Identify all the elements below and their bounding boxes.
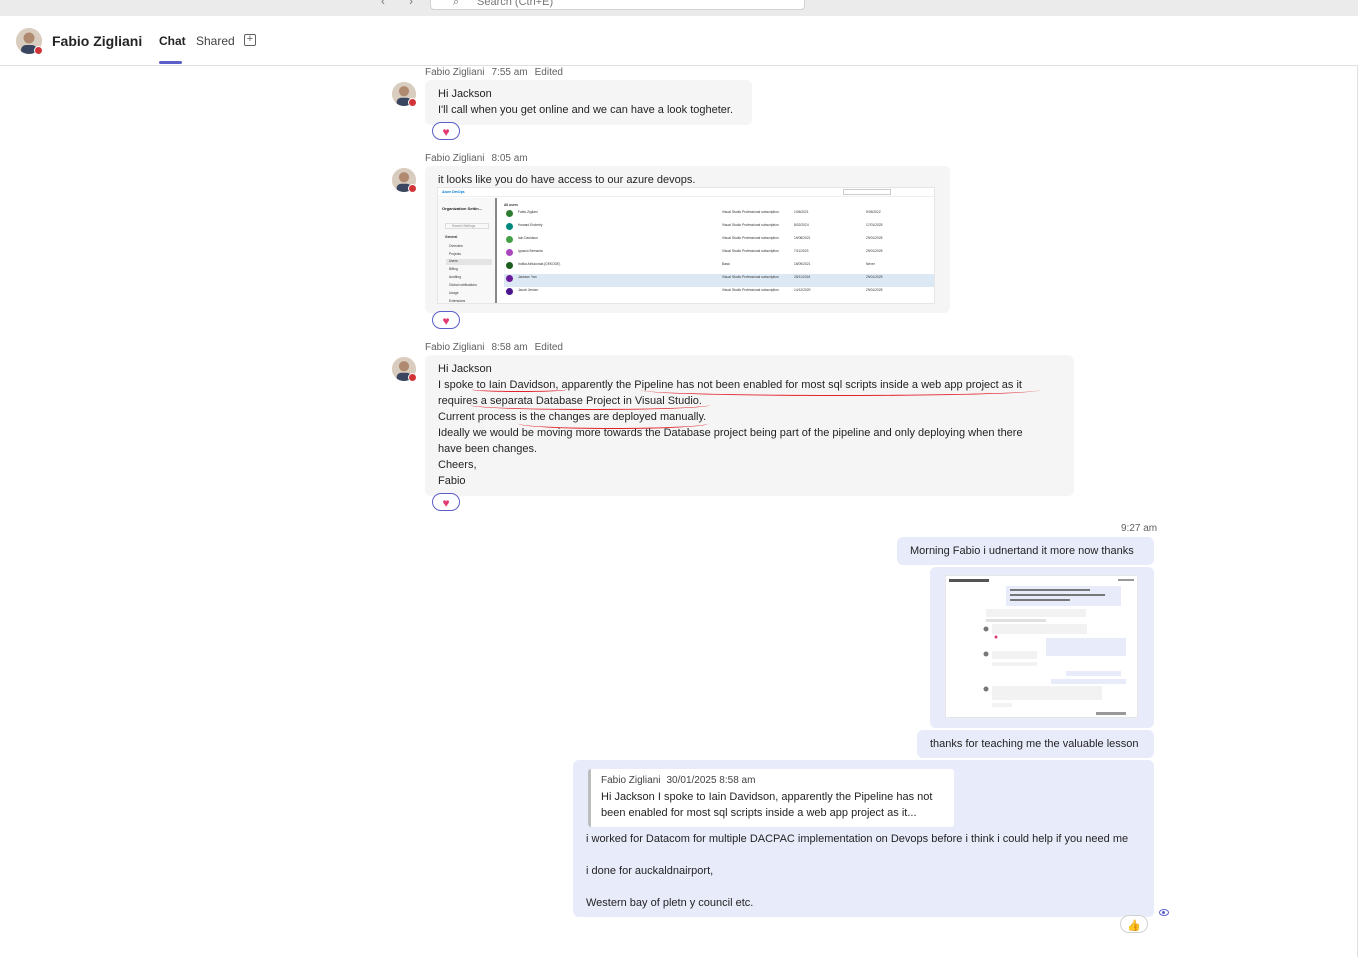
contact-name[interactable]: Fabio Zigliani xyxy=(52,33,142,49)
title-bar: ‹ › ⌕ Search (Ctrl+E) xyxy=(0,0,1358,16)
message-meta: Fabio Zigliani 8:05 am xyxy=(425,153,528,164)
search-input[interactable]: ⌕ Search (Ctrl+E) xyxy=(430,0,805,10)
back-arrow-icon[interactable]: ‹ xyxy=(381,0,385,8)
red-underline xyxy=(518,418,708,429)
presence-busy-icon xyxy=(408,98,417,107)
message-meta: Fabio Zigliani 8:58 am Edited xyxy=(425,342,563,353)
tab-chat[interactable]: Chat xyxy=(159,34,186,48)
chat-header: Fabio Zigliani Chat Shared + xyxy=(0,16,1358,66)
message-bubble[interactable]: Hi Jackson I'll call when you get online… xyxy=(425,80,752,125)
reply-text: i worked for Datacom for multiple DACPAC… xyxy=(586,833,1129,909)
red-underline xyxy=(470,400,710,410)
tab-shared[interactable]: Shared xyxy=(196,34,235,48)
heart-reaction[interactable]: ♥ xyxy=(432,493,460,511)
red-underline xyxy=(472,387,567,392)
presence-busy-icon xyxy=(34,46,43,55)
image-message-bubble[interactable] xyxy=(930,567,1154,728)
search-icon: ⌕ xyxy=(453,0,460,8)
teams-chat-screenshot[interactable] xyxy=(945,575,1138,718)
devops-screenshot[interactable]: Azure DevOps Organization Settin... Sear… xyxy=(437,187,935,304)
presence-busy-icon xyxy=(408,373,417,382)
message-bubble[interactable]: Morning Fabio i udnertand it more now th… xyxy=(897,537,1154,565)
active-tab-indicator xyxy=(159,61,182,64)
heart-icon: ♥ xyxy=(442,314,450,328)
seen-eye-icon xyxy=(1159,909,1169,916)
message-bubble[interactable]: Hi Jackson I spoke to Iain Davidson, app… xyxy=(425,355,1074,496)
presence-busy-icon xyxy=(408,184,417,193)
message-meta: Fabio Zigliani 7:55 am Edited xyxy=(425,67,563,78)
message-time: 9:27 am xyxy=(1121,523,1158,534)
heart-reaction[interactable]: ♥ xyxy=(432,311,460,329)
message-bubble[interactable]: thanks for teaching me the valuable less… xyxy=(917,730,1154,758)
heart-reaction[interactable]: ♥ xyxy=(432,122,460,140)
red-underline xyxy=(640,384,1040,396)
add-tab-icon[interactable]: + xyxy=(244,34,256,46)
like-reaction[interactable]: 👍 xyxy=(1120,915,1148,933)
forward-arrow-icon[interactable]: › xyxy=(409,0,413,8)
heart-icon: ♥ xyxy=(442,496,450,510)
users-table: Fabio Zigliani Visual Studio Professional… xyxy=(504,209,934,300)
thumbs-up-icon: 👍 xyxy=(1127,920,1141,932)
quoted-message[interactable]: Fabio Zigliani 30/01/2025 8:58 am Hi Jack… xyxy=(588,769,954,827)
heart-icon: ♥ xyxy=(442,125,450,139)
